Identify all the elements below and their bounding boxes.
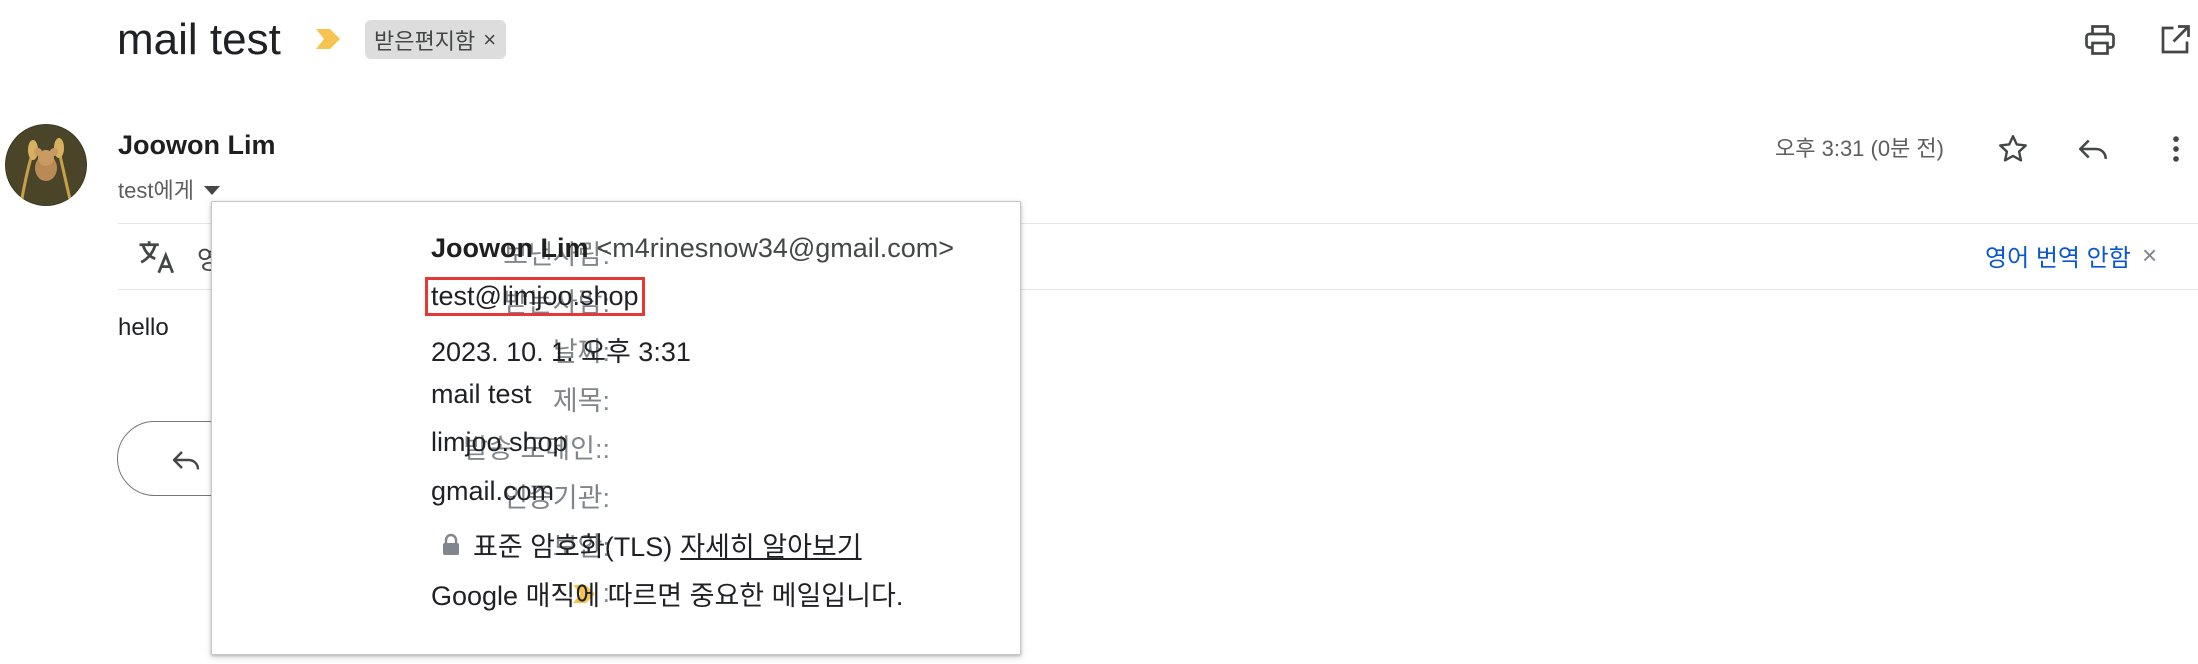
more-options-button[interactable] <box>2155 128 2197 170</box>
details-row-date: 날짜: 2023. 10. 1. 오후 3:31 <box>212 330 1022 370</box>
remove-label-button[interactable]: × <box>483 28 496 51</box>
details-row-to: 받는사람: test@limjoo.shop <box>212 277 1022 321</box>
translate-icon <box>139 241 175 274</box>
message-details-popup: 보낸사람: Joowon Lim <m4rinesnow34@gmail.com… <box>211 201 1021 655</box>
recipient-summary-text: test에게 <box>118 178 194 203</box>
details-row-signed-by: 인증기관: gmail.com <box>212 476 1022 516</box>
from-email: <m4rinesnow34@gmail.com> <box>596 233 955 263</box>
signed-by-value: gmail.com <box>431 476 555 506</box>
importance-marker-icon[interactable] <box>314 27 342 51</box>
highlighted-recipient: test@limjoo.shop <box>425 277 645 316</box>
subject-label: 제목: <box>552 386 610 416</box>
details-row-importance: : Google 매직에 따르면 중요한 메일입니다. <box>212 574 1022 614</box>
inbox-label-chip: 받은편지함 × <box>365 20 507 59</box>
to-value: test@limjoo.shop <box>425 277 645 316</box>
message-body: hello <box>118 314 169 341</box>
sender-avatar[interactable] <box>5 124 87 206</box>
reply-icon <box>2078 139 2108 160</box>
learn-more-link[interactable]: 자세히 알아보기 <box>680 525 861 564</box>
security-value: 표준 암호화(TLS) 자세히 알아보기 <box>431 525 862 564</box>
star-icon <box>1999 135 2027 162</box>
print-icon <box>2085 25 2115 55</box>
reply-button[interactable] <box>2072 128 2114 170</box>
print-button[interactable] <box>2080 20 2120 60</box>
message-date: 오후 3:31 (0분 전) <box>1775 136 1945 161</box>
lock-icon <box>443 533 459 555</box>
details-row-subject: 제목: mail test <box>212 379 1022 419</box>
date-value: 2023. 10. 1. 오후 3:31 <box>431 337 691 367</box>
mailed-by-value: limjoo.shop <box>431 427 568 457</box>
from-name: Joowon Lim <box>431 233 589 263</box>
security-text: 표준 암호화(TLS) <box>473 532 673 562</box>
more-vert-icon <box>2173 136 2179 162</box>
dropdown-caret-icon[interactable] <box>203 186 220 195</box>
details-row-security: 보안: 표준 암호화(TLS) 자세히 알아보기 <box>212 525 1022 565</box>
star-button[interactable] <box>1992 128 2034 170</box>
details-row-mailed-by: 발송 도메인:: limjoo.shop <box>212 427 1022 467</box>
from-value: Joowon Lim <m4rinesnow34@gmail.com> <box>431 233 954 264</box>
email-subject: mail test <box>117 15 281 64</box>
recipient-summary[interactable]: test에게 <box>118 173 220 205</box>
label-chip-text: 받은편지함 <box>374 28 476 54</box>
open-in-new-window-button[interactable] <box>2155 20 2195 60</box>
open-in-new-window-icon <box>2161 25 2190 54</box>
never-translate-link[interactable]: 영어 번역 안함 <box>1985 238 2131 273</box>
reply-icon <box>172 451 200 470</box>
details-row-from: 보낸사람: Joowon Lim <m4rinesnow34@gmail.com… <box>212 233 1022 273</box>
sender-name: Joowon Lim <box>118 130 276 160</box>
importance-value: Google 매직에 따르면 중요한 메일입니다. <box>431 581 904 611</box>
close-translate-bar-button[interactable]: × <box>2142 242 2157 268</box>
avatar-image <box>5 124 87 206</box>
subject-value: mail test <box>431 379 532 409</box>
